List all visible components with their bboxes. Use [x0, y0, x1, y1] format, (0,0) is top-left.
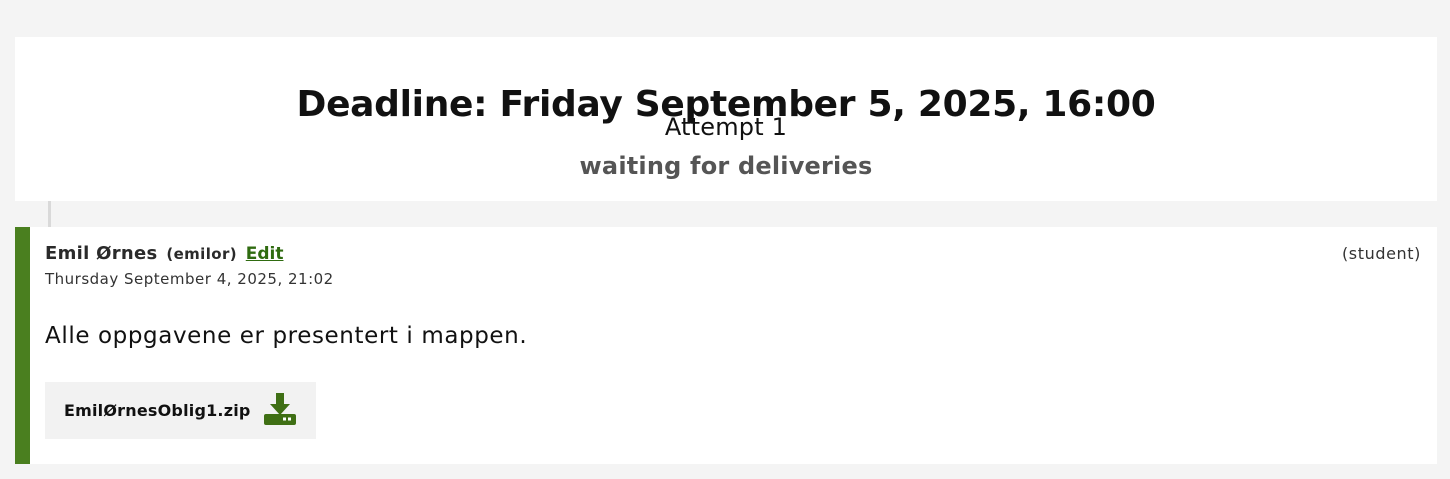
author-username: (emilor): [166, 245, 238, 263]
edit-link[interactable]: Edit: [246, 244, 284, 264]
deadline-header: Deadline: Friday September 5, 2025, 16:0…: [15, 37, 1437, 201]
comment-timestamp: Thursday September 4, 2025, 21:02: [45, 270, 334, 288]
delivery-comment: Emil Ørnes (emilor) Edit (student) Thurs…: [15, 227, 1437, 464]
timeline-connector: [48, 201, 51, 227]
attachment-filename: EmilØrnesOblig1.zip: [64, 401, 251, 420]
download-icon[interactable]: [263, 392, 297, 426]
comment-text: Alle oppgavene er presentert i mappen.: [45, 323, 528, 349]
author-role-label: (student): [1341, 244, 1421, 263]
comment-author-line: Emil Ørnes (emilor) Edit: [45, 243, 284, 265]
student-accent-bar: [15, 227, 30, 464]
author-name: Emil Ørnes: [45, 243, 158, 264]
attachment-download-button[interactable]: EmilØrnesOblig1.zip: [45, 382, 316, 439]
delivery-status: waiting for deliveries: [579, 152, 873, 180]
attempt-label: Attempt 1: [664, 113, 788, 141]
